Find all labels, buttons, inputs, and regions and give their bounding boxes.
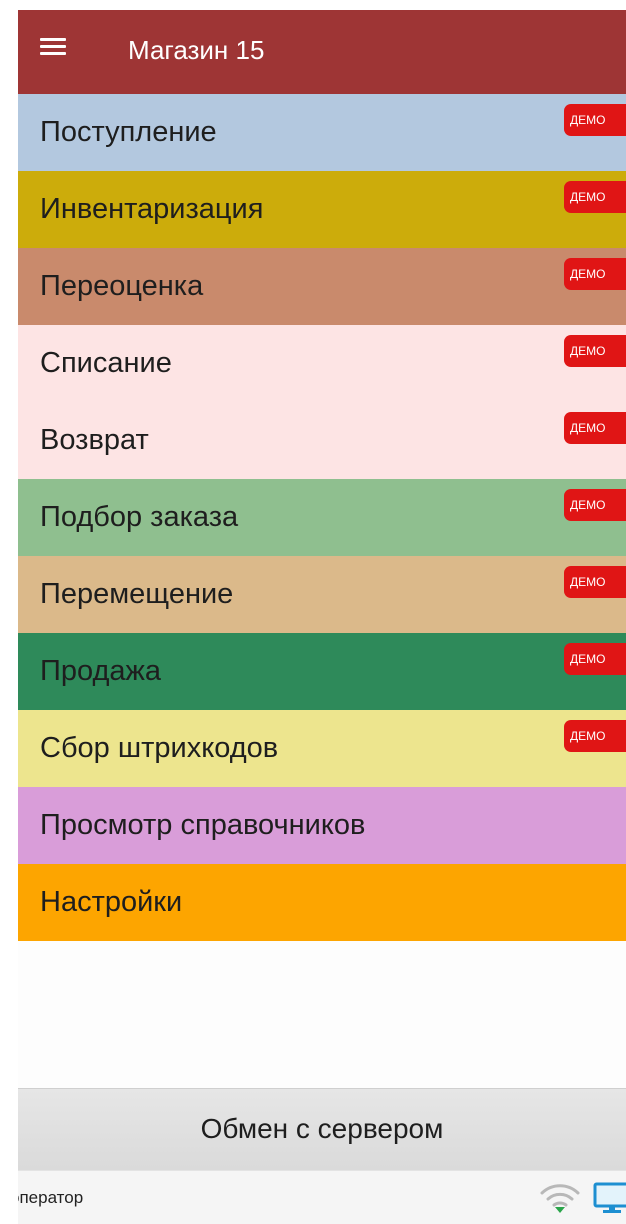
- menu-item-label: Возврат: [40, 424, 149, 456]
- status-bar: оператор: [18, 1170, 626, 1224]
- demo-badge: ДЕМО: [564, 104, 626, 136]
- menu-item-order-picking[interactable]: Подбор заказа ДЕМО: [18, 479, 626, 556]
- demo-badge: ДЕМО: [564, 566, 626, 598]
- hamburger-menu-icon[interactable]: [40, 34, 70, 56]
- menu-item-revaluation[interactable]: Переоценка ДЕМО: [18, 248, 626, 325]
- demo-badge: ДЕМО: [564, 335, 626, 367]
- menu-item-label: Подбор заказа: [40, 501, 239, 533]
- menu-item-label: Инвентаризация: [40, 193, 264, 225]
- server-exchange-label: Обмен с сервером: [200, 1113, 444, 1144]
- server-exchange-button[interactable]: Обмен с сервером: [18, 1088, 626, 1170]
- main-menu-list: Поступление ДЕМО Инвентаризация ДЕМО Пер…: [18, 94, 626, 941]
- menu-item-settings[interactable]: Настройки: [18, 864, 626, 941]
- menu-item-label: Перемещение: [40, 578, 234, 610]
- monitor-icon: [593, 1182, 626, 1213]
- operator-label: оператор: [18, 1188, 84, 1207]
- menu-item-receiving[interactable]: Поступление ДЕМО: [18, 94, 626, 171]
- demo-badge: ДЕМО: [564, 258, 626, 290]
- page-title: Магазин 15: [128, 35, 265, 65]
- demo-badge: ДЕМО: [564, 412, 626, 444]
- app-bar: Магазин 15: [18, 10, 626, 94]
- menu-item-inventory[interactable]: Инвентаризация ДЕМО: [18, 171, 626, 248]
- menu-item-barcode-collection[interactable]: Сбор штрихкодов ДЕМО: [18, 710, 626, 787]
- demo-badge: ДЕМО: [564, 720, 626, 752]
- menu-item-return[interactable]: Возврат ДЕМО: [18, 402, 626, 479]
- menu-item-label: Продажа: [40, 655, 162, 687]
- menu-item-label: Настройки: [40, 886, 183, 918]
- menu-item-label: Переоценка: [40, 270, 204, 302]
- demo-badge: ДЕМО: [564, 181, 626, 213]
- menu-item-directories[interactable]: Просмотр справочников: [18, 787, 626, 864]
- demo-badge: ДЕМО: [564, 643, 626, 675]
- empty-space: [18, 941, 626, 1088]
- menu-item-label: Поступление: [40, 116, 217, 148]
- menu-item-write-off[interactable]: Списание ДЕМО: [18, 325, 626, 402]
- menu-item-label: Просмотр справочников: [40, 809, 366, 841]
- menu-item-sale[interactable]: Продажа ДЕМО: [18, 633, 626, 710]
- menu-item-transfer[interactable]: Перемещение ДЕМО: [18, 556, 626, 633]
- menu-item-label: Списание: [40, 347, 172, 379]
- wifi-icon: [540, 1184, 580, 1213]
- app-screen: Магазин 15 Поступление ДЕМО Инвентаризац…: [18, 10, 626, 1224]
- menu-item-label: Сбор штрихкодов: [40, 732, 279, 764]
- demo-badge: ДЕМО: [564, 489, 626, 521]
